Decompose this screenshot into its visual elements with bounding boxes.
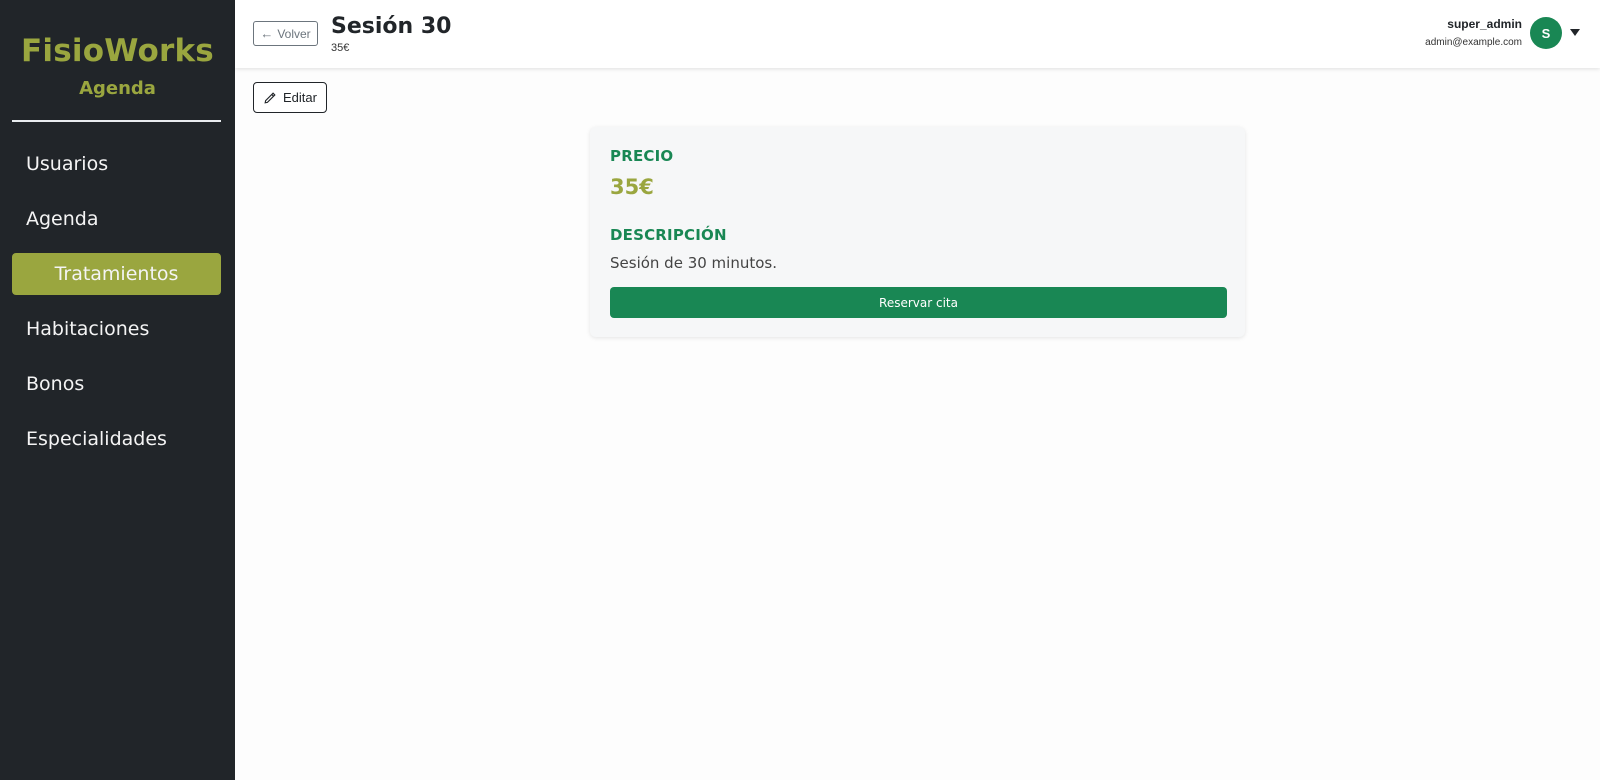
sidebar-item-usuarios[interactable]: Usuarios: [12, 143, 221, 185]
avatar[interactable]: S: [1530, 17, 1562, 49]
page-title: Sesión 30: [331, 14, 452, 39]
arrow-left-icon: ←: [260, 26, 274, 41]
topbar: ← Volver Sesión 30 35€ super_admin admin…: [235, 0, 1600, 68]
book-appointment-button[interactable]: Reservar cita: [610, 287, 1227, 318]
sidebar-item-agenda[interactable]: Agenda: [12, 198, 221, 240]
sidebar-item-bonos[interactable]: Bonos: [12, 363, 221, 405]
brand-title: FisioWorks: [21, 33, 214, 69]
description-label: DESCRIPCIÓN: [610, 226, 727, 244]
user-email: admin@example.com: [1425, 37, 1522, 48]
sidebar-item-tratamientos[interactable]: Tratamientos: [12, 253, 221, 295]
brand: FisioWorks Agenda: [0, 0, 235, 99]
caret-down-icon[interactable]: [1570, 29, 1580, 36]
description-text: Sesión de 30 minutos.: [610, 254, 777, 272]
page-subtitle: 35€: [331, 42, 350, 54]
price-value: 35€: [610, 175, 654, 199]
edit-button-label: Editar: [283, 90, 317, 105]
edit-button[interactable]: Editar: [253, 82, 327, 113]
pencil-icon: [264, 91, 276, 104]
user-info: super_admin admin@example.com: [1425, 17, 1522, 48]
sidebar: FisioWorks Agenda Usuarios Agenda Tratam…: [0, 0, 235, 780]
sidebar-item-habitaciones[interactable]: Habitaciones: [12, 308, 221, 350]
brand-subtitle: Agenda: [79, 78, 156, 99]
back-button[interactable]: ← Volver: [253, 21, 318, 46]
treatment-detail-card: PRECIO 35€ DESCRIPCIÓN Sesión de 30 minu…: [590, 127, 1245, 337]
sidebar-nav: Usuarios Agenda Tratamientos Habitacione…: [12, 143, 221, 473]
sidebar-divider: [12, 120, 221, 122]
sidebar-item-especialidades[interactable]: Especialidades: [12, 418, 221, 460]
user-name: super_admin: [1447, 17, 1522, 31]
price-label: PRECIO: [610, 147, 674, 165]
back-button-label: Volver: [277, 26, 311, 41]
